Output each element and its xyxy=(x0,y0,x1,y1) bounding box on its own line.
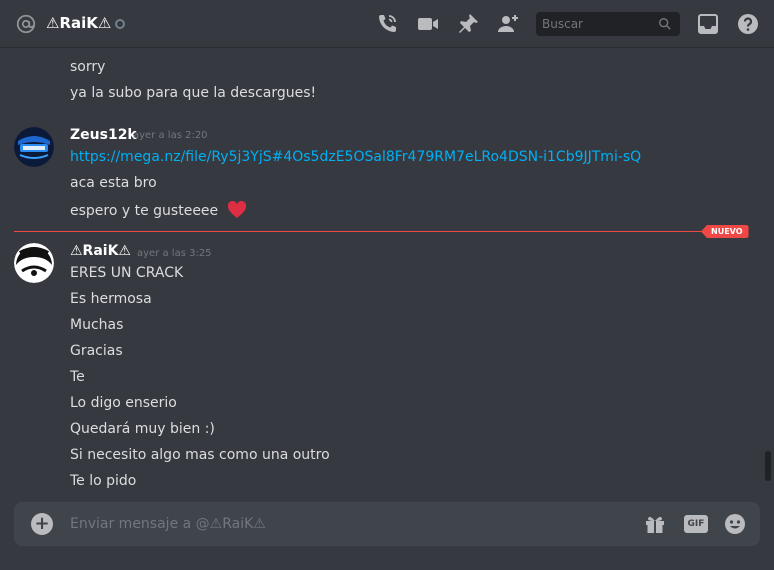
message-line-with-emoji: espero y te gusteeee xyxy=(70,200,247,219)
avatar[interactable] xyxy=(14,243,54,283)
message-text: Muchas xyxy=(70,317,124,333)
search-input[interactable] xyxy=(536,12,654,36)
heart-emoji-icon xyxy=(227,200,246,218)
pin-icon[interactable] xyxy=(456,12,480,36)
avatar[interactable] xyxy=(14,127,54,167)
call-icon[interactable] xyxy=(375,12,399,36)
new-messages-badge: NUEVO xyxy=(701,225,749,238)
emoji-icon[interactable] xyxy=(723,512,747,536)
message-text: Gracias xyxy=(70,343,123,359)
upload-button[interactable]: + xyxy=(31,513,53,535)
at-icon xyxy=(16,14,36,34)
message-composer: + GIF xyxy=(14,502,760,546)
message-text: ERES UN CRACK xyxy=(70,265,184,281)
message-text: ya la subo para que la descargues! xyxy=(70,85,317,101)
scrollbar-thumb[interactable] xyxy=(765,451,771,481)
message-text: Lo digo enserio xyxy=(70,395,177,411)
message-text: sorry xyxy=(70,59,106,75)
dm-title: ⚠RaiK⚠ xyxy=(46,14,112,32)
status-indicator xyxy=(115,19,125,29)
search-icon xyxy=(659,18,671,30)
message-text: Es hermosa xyxy=(70,291,152,307)
message-input[interactable] xyxy=(70,512,630,536)
username[interactable]: ⚠RaiK⚠ xyxy=(70,243,131,259)
message-timestamp: ayer a las 3:25 xyxy=(137,248,212,259)
message-text: Si necesito algo mas como una outro xyxy=(70,447,330,463)
plus-icon: + xyxy=(34,513,50,534)
message-link-line: https://mega.nz/file/Ry5j3YjS#4Os5dzE5OS… xyxy=(70,149,641,165)
zeus-avatar-image xyxy=(14,127,54,167)
mega-link[interactable]: https://mega.nz/file/Ry5j3YjS#4Os5dzE5OS… xyxy=(70,149,641,165)
raik-avatar-image xyxy=(14,243,54,283)
add-friend-icon[interactable] xyxy=(496,12,520,36)
help-icon[interactable] xyxy=(736,12,760,36)
message-list[interactable]: sorry ya la subo para que la descargues!… xyxy=(0,49,774,499)
message-text: espero y te gusteeee xyxy=(70,203,219,219)
message-text: aca esta bro xyxy=(70,175,157,191)
channel-header: ⚠RaiK⚠ xyxy=(0,0,774,48)
new-messages-divider xyxy=(14,231,746,232)
message-text: Te lo pido xyxy=(70,473,137,489)
gif-button[interactable]: GIF xyxy=(684,515,708,533)
inbox-icon[interactable] xyxy=(696,12,720,36)
message-text: Te xyxy=(70,369,85,385)
video-icon[interactable] xyxy=(416,12,440,36)
username[interactable]: Zeus12k xyxy=(70,127,137,143)
search-box[interactable] xyxy=(536,12,680,36)
message-text: Quedará muy bien :) xyxy=(70,421,215,437)
gift-icon[interactable] xyxy=(643,512,667,536)
message-timestamp: ayer a las 2:20 xyxy=(133,130,208,141)
